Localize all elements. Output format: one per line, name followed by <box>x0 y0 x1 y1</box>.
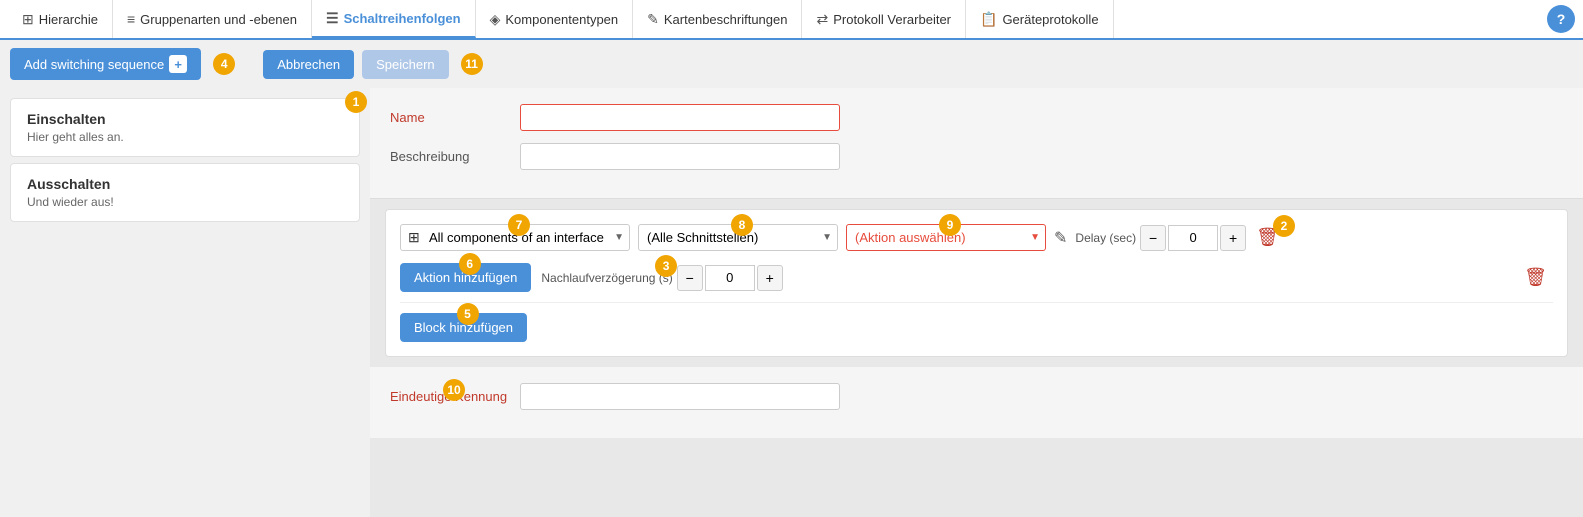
tab-geraeteprotokolle[interactable]: 📋 Geräteprotokolle <box>966 0 1114 38</box>
label-icon: ✎ <box>647 11 659 28</box>
delay-stepper: − + <box>1140 225 1246 251</box>
nachlauf-increment-button[interactable]: + <box>757 265 783 291</box>
toolbar: Add switching sequence + 4 Abbrechen Spe… <box>0 40 1583 88</box>
eindeutig-label-wrapper: 10 Eindeutige Kennung <box>390 389 510 404</box>
block-buttons: 5 Block hinzufügen <box>400 313 1553 342</box>
block-btn-wrapper: 5 Block hinzufügen <box>400 313 527 342</box>
toolbar-actions: Abbrechen Speichern 11 <box>263 50 482 79</box>
main-layout: Einschalten Hier geht alles an. 1 Aussch… <box>0 88 1583 517</box>
add-btn-badge: 4 <box>213 53 235 75</box>
delete-block-row-button[interactable]: 🗑 <box>1518 265 1553 290</box>
sidebar-item-einschalten[interactable]: Einschalten Hier geht alles an. 1 <box>10 98 360 157</box>
tab-protokoll-label: Protokoll Verarbeiter <box>833 12 951 27</box>
add-icon: + <box>169 55 187 73</box>
switch-icon: ☰ <box>326 10 339 27</box>
delay-decrement-button[interactable]: − <box>1140 225 1166 251</box>
tab-hierarchie[interactable]: ⊞ Hierarchie <box>8 0 113 38</box>
name-input[interactable] <box>520 104 840 131</box>
tab-komponententypen[interactable]: ◈ Komponententypen <box>476 0 634 38</box>
sidebar: Einschalten Hier geht alles an. 1 Aussch… <box>0 88 370 517</box>
tab-kartenbeschriftungen-label: Kartenbeschriftungen <box>664 12 788 27</box>
tab-gruppenarten-label: Gruppenarten und -ebenen <box>140 12 297 27</box>
eindeutig-input[interactable] <box>520 383 840 410</box>
component-badge: 7 <box>508 214 530 236</box>
sidebar-item-ausschalten-subtitle: Und wieder aus! <box>27 195 343 209</box>
component-icon: ◈ <box>490 11 501 28</box>
sidebar-item-ausschalten-title: Ausschalten <box>27 176 343 192</box>
einschalten-badge: 1 <box>345 91 367 113</box>
component-interface-icon: ⊞ <box>408 229 420 246</box>
save-button[interactable]: Speichern <box>362 50 449 79</box>
nachlauf-badge: 3 <box>655 255 677 277</box>
name-row: Name <box>390 104 1563 131</box>
tab-geraeteprotokolle-label: Geräteprotokolle <box>1002 12 1098 27</box>
name-label: Name <box>390 110 510 125</box>
tab-schaltreihenfolgen[interactable]: ☰ Schaltreihenfolgen <box>312 0 476 38</box>
interface-badge: 8 <box>731 214 753 236</box>
cancel-button[interactable]: Abbrechen <box>263 50 354 79</box>
add-button-label: Add switching sequence <box>24 57 164 72</box>
aktion-badge: 6 <box>459 253 481 275</box>
device-icon: 📋 <box>980 11 997 28</box>
tab-schaltreihenfolgen-label: Schaltreihenfolgen <box>344 11 461 26</box>
form-section: Name Beschreibung <box>370 88 1583 199</box>
sidebar-item-einschalten-title: Einschalten <box>27 111 343 127</box>
nachlauf-decrement-button[interactable]: − <box>677 265 703 291</box>
block-badge: 5 <box>457 303 479 325</box>
top-navigation: ⊞ Hierarchie ≡ Gruppenarten und -ebenen … <box>0 0 1583 40</box>
bottom-action-row: 6 Aktion hinzufügen 3 Nachlaufverzögerun… <box>400 263 1553 303</box>
aktion-btn-wrapper: 6 Aktion hinzufügen <box>400 263 531 292</box>
interface-dropdown-wrapper: 8 (Alle Schnittstellen) ▼ <box>638 224 838 251</box>
save-badge: 11 <box>461 53 483 75</box>
nachlauf-label: Nachlaufverzögerung (s) <box>541 271 672 285</box>
action-dropdown-wrapper: 9 (Aktion auswählen) ▼ <box>846 224 1046 251</box>
add-switching-sequence-button[interactable]: Add switching sequence + <box>10 48 201 80</box>
block-area: 7 ⊞ All components of an interface ▼ 8 <box>385 209 1568 357</box>
help-button[interactable]: ? <box>1547 5 1575 33</box>
protocol-icon: ⇄ <box>816 11 828 28</box>
beschreibung-row: Beschreibung <box>390 143 1563 170</box>
delay-label: Delay (sec) <box>1075 231 1136 245</box>
nachlauf-value-input[interactable] <box>705 265 755 291</box>
eindeutig-section: 10 Eindeutige Kennung <box>370 367 1583 438</box>
tab-gruppenarten[interactable]: ≡ Gruppenarten und -ebenen <box>113 0 312 38</box>
sidebar-item-ausschalten[interactable]: Ausschalten Und wieder aus! <box>10 163 360 222</box>
tab-hierarchie-label: Hierarchie <box>39 12 98 27</box>
layers-icon: ≡ <box>127 11 135 27</box>
delay-sec-wrapper: 2 Delay (sec) − + 🗑 <box>1075 225 1285 251</box>
content-area: Name Beschreibung 7 ⊞ All components of … <box>370 88 1583 517</box>
delay-value-input[interactable] <box>1168 225 1218 251</box>
action-badge: 9 <box>939 214 961 236</box>
nachlauf-stepper: − + <box>677 265 783 291</box>
nachlauf-wrapper: 3 Nachlaufverzögerung (s) − + <box>541 265 782 291</box>
action-config-row: 7 ⊞ All components of an interface ▼ 8 <box>400 224 1553 251</box>
delay-badge: 2 <box>1273 215 1295 237</box>
edit-icon[interactable]: ✎ <box>1054 228 1067 248</box>
sidebar-item-einschalten-subtitle: Hier geht alles an. <box>27 130 343 144</box>
hierarchy-icon: ⊞ <box>22 11 34 28</box>
beschreibung-input[interactable] <box>520 143 840 170</box>
eindeutig-badge: 10 <box>443 379 465 401</box>
tab-protokoll[interactable]: ⇄ Protokoll Verarbeiter <box>802 0 966 38</box>
tab-kartenbeschriftungen[interactable]: ✎ Kartenbeschriftungen <box>633 0 802 38</box>
beschreibung-label: Beschreibung <box>390 149 510 164</box>
delay-increment-button[interactable]: + <box>1220 225 1246 251</box>
component-dropdown-wrapper: 7 ⊞ All components of an interface ▼ <box>400 224 630 251</box>
eindeutig-row: 10 Eindeutige Kennung <box>390 383 1563 410</box>
tab-komponententypen-label: Komponententypen <box>505 12 618 27</box>
